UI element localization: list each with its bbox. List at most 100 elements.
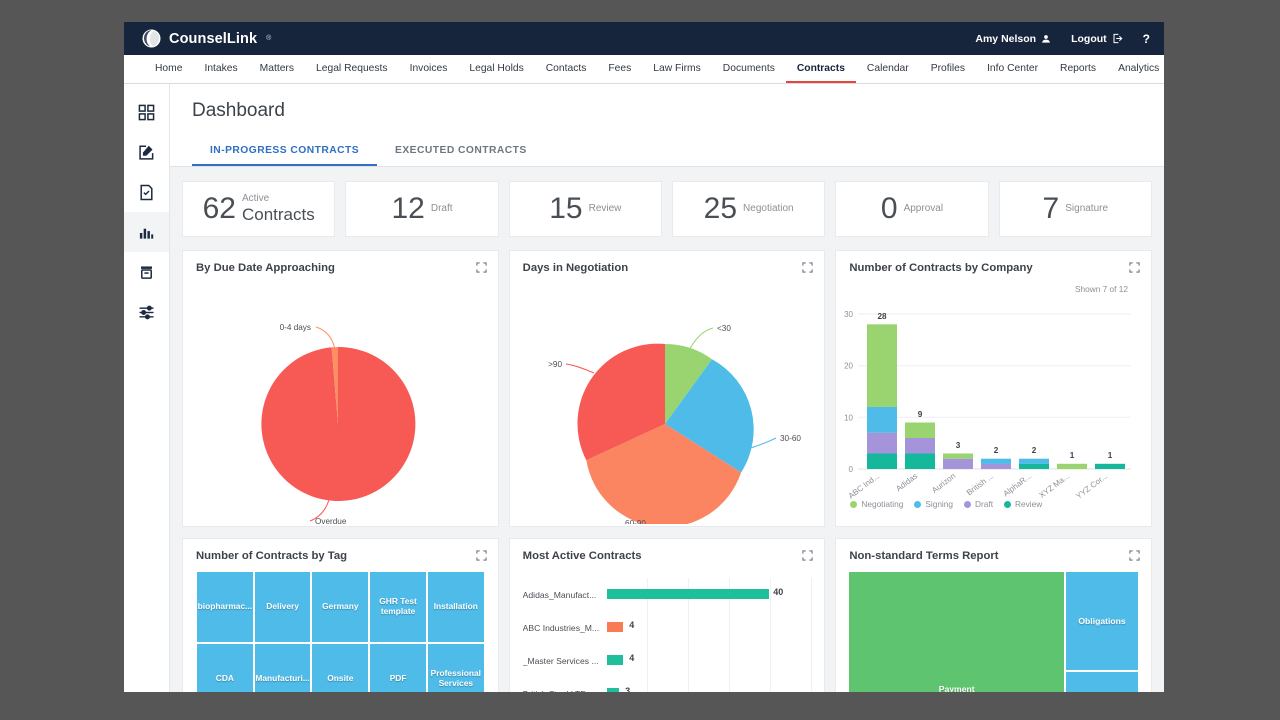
kpi-label-big: Contracts: [241, 204, 315, 224]
kpi-approval[interactable]: 0 Approval: [835, 181, 989, 237]
bar-track: 4: [606, 611, 813, 644]
bar-fill: [606, 589, 770, 599]
nav-item-invoices[interactable]: Invoices: [399, 55, 459, 83]
nav-item-fees[interactable]: Fees: [597, 55, 642, 83]
legend-item-review[interactable]: Review: [1004, 499, 1042, 509]
logout-button[interactable]: Logout: [1071, 33, 1123, 45]
tag-cell[interactable]: biopharmac...: [197, 572, 253, 642]
tag-cell[interactable]: CDA: [197, 644, 253, 692]
sidebar-item-compose[interactable]: [124, 132, 169, 172]
nav-item-legal-holds[interactable]: Legal Holds: [458, 55, 534, 83]
legend-item-negotiating[interactable]: Negotiating: [850, 499, 903, 509]
nav-item-contacts[interactable]: Contacts: [535, 55, 598, 83]
most-active-row[interactable]: British Steel LTD ... 3: [523, 677, 813, 692]
help-button[interactable]: ?: [1143, 32, 1150, 46]
bar-group-yyz[interactable]: 1: [1095, 451, 1126, 469]
sidebar-item-archive[interactable]: [124, 252, 169, 292]
bar-value: 1: [1070, 451, 1075, 460]
sidebar-item-documents[interactable]: [124, 172, 169, 212]
pie-chart-days-negotiation[interactable]: <30 30-60 60-90 >90: [510, 274, 825, 524]
nav-item-contracts[interactable]: Contracts: [785, 55, 856, 83]
user-menu[interactable]: Amy Nelson: [975, 33, 1051, 45]
card-days-in-negotiation: Days in Negotiation <30 30-60 60-90 >90: [508, 250, 826, 527]
nav-item-home[interactable]: Home: [144, 55, 193, 83]
nav-item-matters[interactable]: Matters: [249, 55, 305, 83]
kpi-negotiation[interactable]: 25 Negotiation: [671, 181, 826, 237]
most-active-row[interactable]: _Master Services ... 4: [523, 644, 813, 677]
legend-color-swatch: [850, 500, 858, 508]
nav-item-calendar[interactable]: Calendar: [856, 55, 920, 83]
x-tick-label: British ...: [965, 471, 995, 497]
page-title: Dashboard: [192, 100, 285, 121]
sidebar-item-dashboard[interactable]: [124, 92, 169, 132]
treemap-block-payment[interactable]: Payment: [849, 572, 1065, 692]
expand-icon[interactable]: [802, 262, 813, 273]
tag-cell[interactable]: Manufacturi...: [254, 644, 311, 692]
y-tick-0: 0: [849, 465, 854, 474]
legend-item-draft[interactable]: Draft: [964, 499, 993, 509]
expand-icon[interactable]: [802, 550, 813, 561]
expand-icon[interactable]: [476, 262, 487, 273]
nav-item-intakes[interactable]: Intakes: [193, 55, 248, 83]
brand-trademark: ®: [266, 35, 272, 42]
nav-item-analytics[interactable]: Analytics: [1107, 55, 1164, 83]
tag-cell[interactable]: PDF: [370, 644, 426, 692]
pie-label-over-90: >90: [548, 360, 562, 369]
brand-logo[interactable]: CounselLink ®: [142, 29, 271, 48]
nav-item-legal-requests[interactable]: Legal Requests: [305, 55, 399, 83]
sidebar-item-reports[interactable]: [124, 212, 169, 252]
bar-group-aurizon[interactable]: 3: [943, 441, 974, 469]
most-active-row[interactable]: ABC Industries_M... 4: [523, 611, 813, 644]
expand-icon[interactable]: [1129, 550, 1140, 561]
tag-cell[interactable]: Professional Services: [427, 644, 484, 692]
bar-track: 4: [606, 644, 813, 677]
kpi-value: 7: [1042, 192, 1060, 225]
expand-icon[interactable]: [476, 550, 487, 561]
legend-item-signing[interactable]: Signing: [914, 499, 953, 509]
tag-cell[interactable]: Installation: [427, 572, 484, 642]
kpi-signature[interactable]: 7 Signature: [998, 181, 1152, 237]
bar-value: 3: [625, 686, 631, 692]
bar-group-xyz[interactable]: 1: [1057, 451, 1088, 469]
bar-track: 40: [606, 578, 813, 611]
tag-cell[interactable]: Germany: [312, 572, 369, 642]
bar-value: 40: [773, 587, 784, 597]
kpi-review[interactable]: 15 Review: [508, 181, 662, 237]
tag-cell[interactable]: Delivery: [254, 572, 311, 642]
sidebar-item-settings[interactable]: [124, 292, 169, 332]
compose-icon: [138, 144, 155, 161]
tag-cell[interactable]: GHR Test template: [370, 572, 426, 642]
kpi-value: 0: [880, 192, 898, 225]
x-tick-label: Adidas: [895, 471, 920, 493]
bar-chart-by-company[interactable]: Shown 7 of 12 0 10 20 30 28 9 3 2 2 1 1 …: [836, 274, 1151, 516]
pie-chart-due-date[interactable]: 0-4 days Overdue: [183, 274, 498, 524]
nav-item-info-center[interactable]: Info Center: [976, 55, 1049, 83]
tab-in-progress-contracts[interactable]: IN-PROGRESS CONTRACTS: [192, 136, 378, 166]
bar-value: 9: [918, 410, 923, 419]
nav-item-reports[interactable]: Reports: [1049, 55, 1107, 83]
nav-item-law-firms[interactable]: Law Firms: [642, 55, 711, 83]
expand-icon[interactable]: [1129, 262, 1140, 273]
kpi-draft[interactable]: 12 Draft: [345, 181, 499, 237]
nav-item-profiles[interactable]: Profiles: [920, 55, 976, 83]
kpi-label: Draft: [430, 203, 453, 215]
kpi-label: Signature: [1065, 203, 1109, 215]
kpi-value: 15: [549, 192, 583, 225]
legend-color-swatch: [964, 500, 972, 508]
treemap-block-obligations[interactable]: Obligations: [1066, 572, 1139, 670]
nav-item-documents[interactable]: Documents: [712, 55, 786, 83]
tab-executed-contracts[interactable]: EXECUTED CONTRACTS: [377, 136, 545, 166]
kpi-active-contracts[interactable]: 62 Active Contracts: [182, 181, 336, 237]
bar-group-abc[interactable]: 28: [867, 312, 898, 469]
treemap-block-other[interactable]: [1066, 671, 1139, 692]
bar-value: 4: [629, 653, 635, 663]
most-active-row[interactable]: Adidas_Manufact... 40: [523, 578, 813, 611]
y-tick-10: 10: [844, 413, 853, 422]
bar-group-alphar[interactable]: 2: [1019, 446, 1050, 469]
bar-chart-legend: Negotiating Signing Draft Review: [836, 499, 1151, 516]
bar-group-british[interactable]: 2: [981, 446, 1012, 469]
archive-icon: [138, 264, 155, 281]
tag-cell[interactable]: Onsite: [312, 644, 369, 692]
card-non-standard-terms: Non-standard Terms Report Payment Obliga…: [835, 538, 1153, 692]
bar-group-adidas[interactable]: 9: [905, 410, 936, 469]
